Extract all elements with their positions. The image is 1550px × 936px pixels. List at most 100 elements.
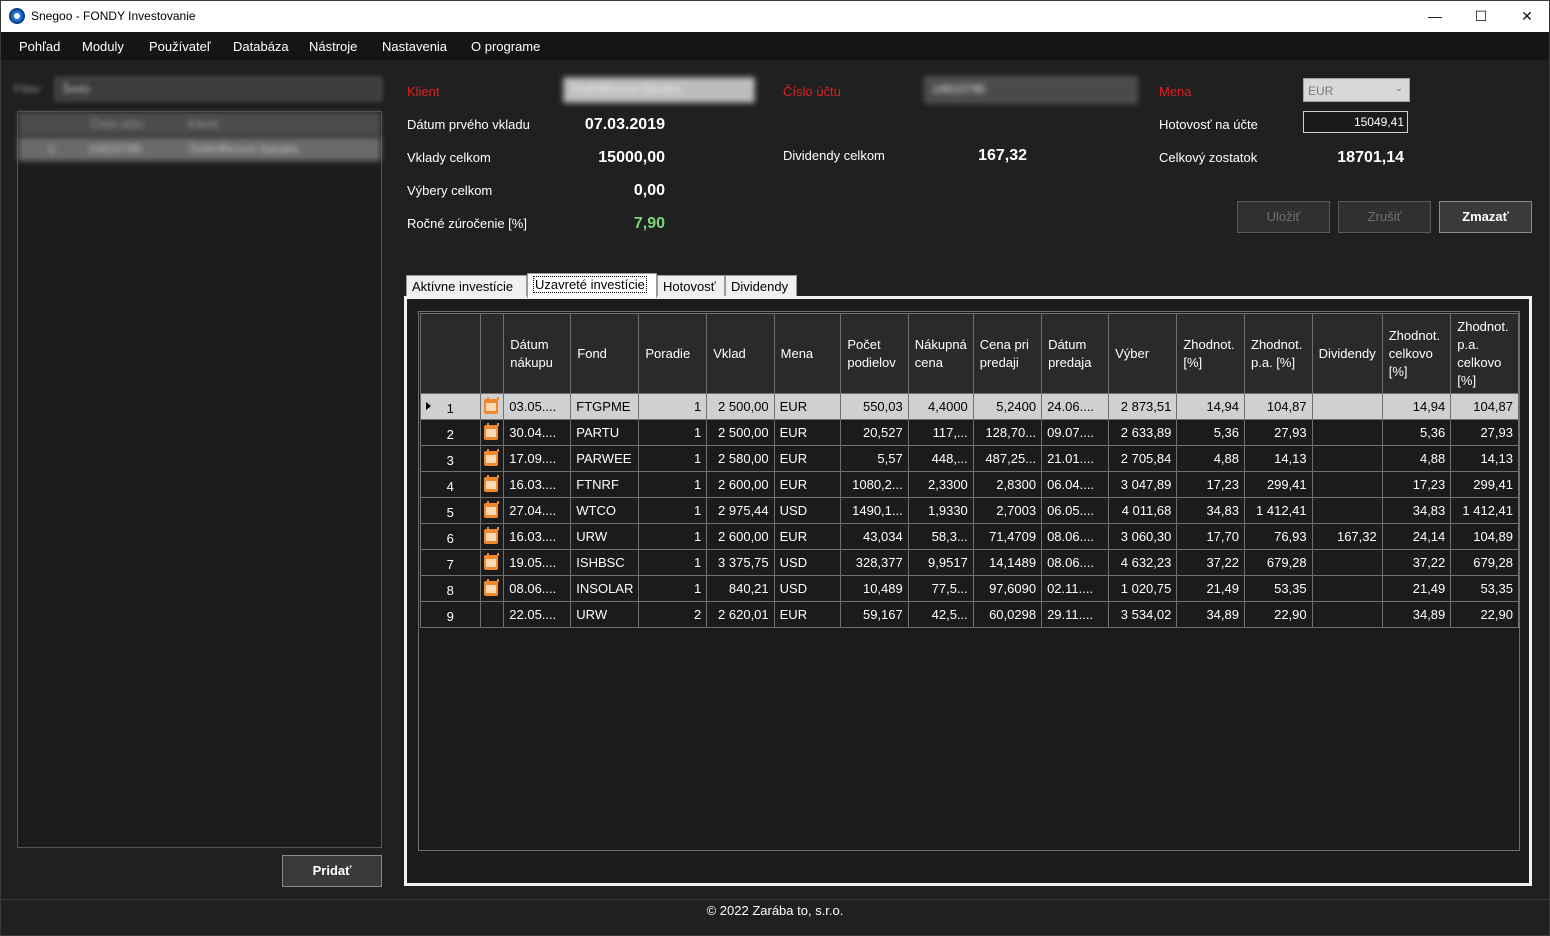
- calendar-cell[interactable]: [479, 445, 505, 472]
- table-cell[interactable]: 1: [638, 471, 708, 498]
- table-cell[interactable]: 2,3300: [907, 471, 974, 498]
- table-cell[interactable]: [1311, 445, 1383, 472]
- table-cell[interactable]: 60,0298: [972, 601, 1043, 628]
- table-cell[interactable]: 29.11....: [1041, 601, 1110, 628]
- table-cell[interactable]: 104,87: [1450, 393, 1519, 420]
- calendar-cell[interactable]: [479, 523, 505, 550]
- table-cell[interactable]: 27,93: [1244, 419, 1313, 446]
- table-cell[interactable]: 37,22: [1381, 549, 1452, 576]
- calendar-cell[interactable]: [479, 393, 505, 420]
- table-cell[interactable]: 104,89: [1450, 523, 1519, 550]
- table-cell[interactable]: WTCO: [570, 497, 640, 524]
- table-cell[interactable]: 1080,2...: [840, 471, 909, 498]
- table-row[interactable]: 8 08.06.... INSOLAR 1 840,21 USD 10,489 77,5...…: [420, 575, 1519, 602]
- table-cell[interactable]: 5,2400: [972, 393, 1043, 420]
- table-cell[interactable]: 34,89: [1176, 601, 1245, 628]
- client-field[interactable]: Tinifinfferová Sandra: [563, 77, 755, 103]
- table-cell[interactable]: 3 375,75: [706, 549, 775, 576]
- table-cell[interactable]: 1: [638, 419, 708, 446]
- calendar-icon[interactable]: [483, 552, 499, 570]
- table-cell[interactable]: 27.04....: [503, 497, 572, 524]
- table-cell[interactable]: ISHBSC: [570, 549, 640, 576]
- table-cell[interactable]: 2 620,01: [706, 601, 775, 628]
- table-cell[interactable]: [1311, 471, 1383, 498]
- row-number[interactable]: 8: [420, 575, 481, 602]
- calendar-cell[interactable]: [479, 419, 505, 446]
- table-cell[interactable]: 3 060,30: [1108, 523, 1178, 550]
- account-field[interactable]: 14810795: [925, 77, 1137, 103]
- column-header-5[interactable]: Vklad: [706, 313, 775, 394]
- row-number[interactable]: 9: [420, 601, 481, 628]
- table-cell[interactable]: 27,93: [1450, 419, 1519, 446]
- table-cell[interactable]: 21,49: [1381, 575, 1452, 602]
- table-cell[interactable]: 448,...: [907, 445, 974, 472]
- table-cell[interactable]: 328,377: [840, 549, 909, 576]
- table-cell[interactable]: 4 011,68: [1108, 497, 1178, 524]
- row-number[interactable]: 7: [420, 549, 481, 576]
- calendar-icon[interactable]: [483, 396, 499, 414]
- table-cell[interactable]: 299,41: [1450, 471, 1519, 498]
- table-cell[interactable]: 77,5...: [907, 575, 974, 602]
- table-cell[interactable]: 30.04....: [503, 419, 572, 446]
- table-cell[interactable]: 5,57: [840, 445, 909, 472]
- table-cell[interactable]: EUR: [773, 523, 842, 550]
- table-cell[interactable]: 2 975,44: [706, 497, 775, 524]
- calendar-cell[interactable]: [479, 471, 505, 498]
- table-cell[interactable]: 10,489: [840, 575, 909, 602]
- column-header-2[interactable]: Dátum nákupu: [503, 313, 572, 394]
- table-cell[interactable]: 16.03....: [503, 471, 572, 498]
- column-header-4[interactable]: Poradie: [638, 313, 708, 394]
- table-cell[interactable]: 53,35: [1244, 575, 1313, 602]
- calendar-icon[interactable]: [483, 500, 499, 518]
- table-cell[interactable]: 167,32: [1311, 523, 1383, 550]
- calendar-icon[interactable]: [483, 474, 499, 492]
- column-header-1[interactable]: [479, 313, 505, 394]
- table-row[interactable]: 9 22.05.... URW 2 2 620,01 EUR 59,167 42,5... 60…: [420, 601, 1519, 628]
- table-cell[interactable]: [1311, 419, 1383, 446]
- column-header-15[interactable]: Zhodnot. celkovo [%]: [1381, 313, 1452, 394]
- calendar-icon[interactable]: [483, 526, 499, 544]
- table-cell[interactable]: 299,41: [1244, 471, 1313, 498]
- table-cell[interactable]: 34,83: [1381, 497, 1452, 524]
- table-cell[interactable]: 42,5...: [907, 601, 974, 628]
- table-cell[interactable]: 1,9330: [907, 497, 974, 524]
- menu-pouzivatel[interactable]: Používateľ: [149, 39, 211, 54]
- table-cell[interactable]: 4,88: [1176, 445, 1245, 472]
- table-cell[interactable]: 2: [638, 601, 708, 628]
- table-cell[interactable]: 2 580,00: [706, 445, 775, 472]
- table-cell[interactable]: 2 705,84: [1108, 445, 1178, 472]
- row-number[interactable]: 2: [420, 419, 481, 446]
- table-row[interactable]: 3 17.09.... PARWEE 1 2 580,00 EUR 5,57 448,... 4…: [420, 445, 1519, 472]
- column-header-14[interactable]: Dividendy: [1311, 313, 1383, 394]
- table-cell[interactable]: 1 412,41: [1244, 497, 1313, 524]
- table-cell[interactable]: [1311, 549, 1383, 576]
- calendar-cell[interactable]: [479, 549, 505, 576]
- table-cell[interactable]: 1: [638, 497, 708, 524]
- table-row[interactable]: 2 30.04.... PARTU 1 2 500,00 EUR 20,527 117,...…: [420, 419, 1519, 446]
- column-header-12[interactable]: Zhodnot. [%]: [1176, 313, 1245, 394]
- table-cell[interactable]: 24,14: [1381, 523, 1452, 550]
- table-cell[interactable]: 17,23: [1176, 471, 1245, 498]
- tab-active-investments[interactable]: Aktívne investície: [406, 275, 527, 297]
- table-cell[interactable]: 2 600,00: [706, 523, 775, 550]
- cash-field[interactable]: 15049,41: [1303, 111, 1408, 133]
- table-cell[interactable]: 487,25...: [972, 445, 1043, 472]
- save-button[interactable]: Uložiť: [1237, 201, 1330, 233]
- table-cell[interactable]: 3 534,02: [1108, 601, 1178, 628]
- table-cell[interactable]: USD: [773, 549, 842, 576]
- table-cell[interactable]: 22,90: [1244, 601, 1313, 628]
- client-list[interactable]: Číslo účtu Klient 1 14810795 Tinifinffer…: [17, 111, 382, 848]
- table-cell[interactable]: EUR: [773, 471, 842, 498]
- table-cell[interactable]: URW: [570, 523, 640, 550]
- table-cell[interactable]: 14,94: [1381, 393, 1452, 420]
- column-header-7[interactable]: Počet podielov: [840, 313, 909, 394]
- table-cell[interactable]: 09.07....: [1041, 419, 1110, 446]
- table-cell[interactable]: URW: [570, 601, 640, 628]
- table-cell[interactable]: EUR: [773, 419, 842, 446]
- table-cell[interactable]: 43,034: [840, 523, 909, 550]
- table-cell[interactable]: [1311, 601, 1383, 628]
- table-cell[interactable]: 08.06....: [1041, 523, 1110, 550]
- row-number[interactable]: 3: [420, 445, 481, 472]
- column-header-6[interactable]: Mena: [773, 313, 842, 394]
- table-cell[interactable]: 2 500,00: [706, 419, 775, 446]
